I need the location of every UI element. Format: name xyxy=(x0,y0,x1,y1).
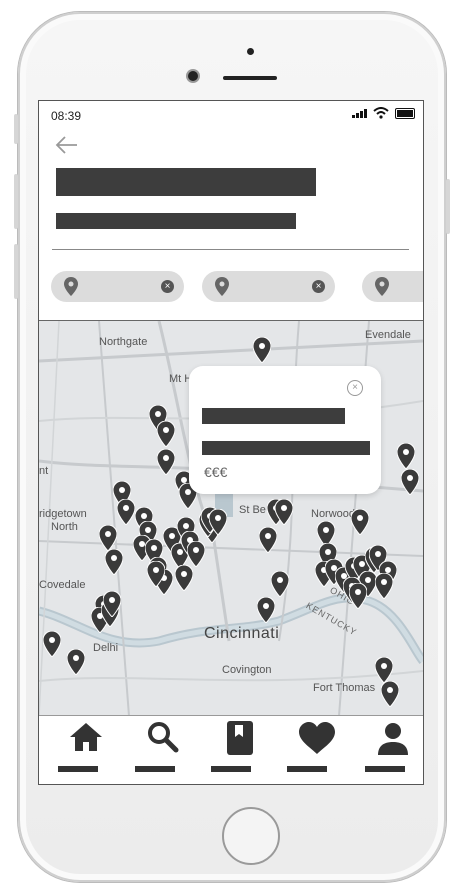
close-circle-icon[interactable]: × xyxy=(347,380,363,396)
proximity-sensor xyxy=(247,48,254,55)
map-pin-marker-icon[interactable] xyxy=(375,657,393,683)
map-label-covedale: Covedale xyxy=(39,579,86,591)
status-time: 08:39 xyxy=(51,109,82,123)
map-pin-marker-icon[interactable] xyxy=(349,583,367,609)
map-label-bridgetown: ridgetown xyxy=(39,508,87,520)
tab-bookmarks-indicator xyxy=(211,766,251,772)
user-icon xyxy=(378,723,408,755)
tab-home[interactable] xyxy=(58,716,118,784)
location-pin-icon xyxy=(64,277,78,296)
tab-home-indicator xyxy=(58,766,98,772)
map-pin-marker-icon[interactable] xyxy=(253,337,271,363)
status-bar: 08:39 xyxy=(39,101,423,127)
earpiece-speaker xyxy=(223,76,277,80)
app-screen: 08:39 × × Northgate Evendale Mt H nt rid… xyxy=(38,100,424,785)
map-label-st-be: St Be xyxy=(239,504,266,516)
map-pin-marker-icon[interactable] xyxy=(67,649,85,675)
map-label-northgate: Northgate xyxy=(99,336,148,348)
map-pin-marker-icon[interactable] xyxy=(351,509,369,535)
map-label-fort-thomas: Fort Thomas xyxy=(313,682,376,694)
power-button xyxy=(446,179,450,234)
bookmark-icon xyxy=(227,721,253,755)
map-label-delhi: Delhi xyxy=(93,642,119,654)
popup-subtitle-placeholder xyxy=(202,441,370,455)
map-pin-marker-icon[interactable] xyxy=(187,541,205,567)
close-icon[interactable]: × xyxy=(161,280,174,293)
map-pin-marker-icon[interactable] xyxy=(147,561,165,587)
map-pin-marker-icon[interactable] xyxy=(275,499,293,525)
popup-title-placeholder xyxy=(202,408,345,424)
map-pin-marker-icon[interactable] xyxy=(397,443,415,469)
map-label-nt: nt xyxy=(39,465,49,477)
tab-search-indicator xyxy=(135,766,175,772)
map-pin-marker-icon[interactable] xyxy=(271,571,289,597)
map-view[interactable]: Northgate Evendale Mt H nt ridgetown Nor… xyxy=(39,320,423,716)
cellular-signal-icon xyxy=(352,108,367,118)
map-pin-marker-icon[interactable] xyxy=(43,631,61,657)
volume-down-button xyxy=(14,244,18,299)
place-popup[interactable]: × €€€ xyxy=(189,366,381,494)
heart-icon xyxy=(299,722,335,754)
arrow-left-icon[interactable] xyxy=(55,135,79,155)
map-label-norwood: Norwood xyxy=(311,508,356,520)
tab-profile-indicator xyxy=(365,766,405,772)
tab-profile[interactable] xyxy=(365,716,423,784)
location-pin-icon xyxy=(215,277,229,296)
page-subtitle-placeholder xyxy=(56,213,296,229)
map-pin-marker-icon[interactable] xyxy=(175,565,193,591)
filter-chip-1[interactable]: × xyxy=(51,271,184,302)
popup-price: €€€ xyxy=(204,464,228,480)
tab-favorites-indicator xyxy=(287,766,327,772)
header-divider xyxy=(52,249,409,250)
map-pin-marker-icon[interactable] xyxy=(157,421,175,447)
mute-switch xyxy=(14,114,18,144)
map-pin-marker-icon[interactable] xyxy=(259,527,277,553)
map-pin-marker-icon[interactable] xyxy=(117,499,135,525)
bottom-tab-bar xyxy=(39,715,423,784)
volume-up-button xyxy=(14,174,18,229)
wifi-icon xyxy=(373,107,389,119)
map-pin-marker-icon[interactable] xyxy=(105,549,123,575)
map-pin-marker-icon[interactable] xyxy=(381,681,399,707)
close-icon[interactable]: × xyxy=(312,280,325,293)
search-icon xyxy=(148,722,179,753)
battery-icon xyxy=(395,107,415,119)
map-pin-marker-icon[interactable] xyxy=(103,591,121,617)
tab-favorites[interactable] xyxy=(287,716,347,784)
map-label-north: North xyxy=(51,521,78,533)
map-pin-marker-icon[interactable] xyxy=(257,597,275,623)
map-pin-marker-icon[interactable] xyxy=(209,509,227,535)
status-icons xyxy=(352,107,415,119)
map-label-cincinnati: Cincinnati xyxy=(204,625,280,642)
page-title-placeholder xyxy=(56,168,316,196)
map-label-covington: Covington xyxy=(222,664,272,676)
map-pin-marker-icon[interactable] xyxy=(157,449,175,475)
home-hardware-button[interactable] xyxy=(222,807,280,865)
map-pin-marker-icon[interactable] xyxy=(375,573,393,599)
location-pin-icon xyxy=(375,277,389,296)
home-icon xyxy=(70,723,102,751)
tab-bookmarks[interactable] xyxy=(211,716,271,784)
tab-search[interactable] xyxy=(135,716,195,784)
filter-chip-3[interactable] xyxy=(362,271,423,302)
filter-chip-2[interactable]: × xyxy=(202,271,335,302)
map-pin-marker-icon[interactable] xyxy=(99,525,117,551)
front-camera xyxy=(188,71,198,81)
map-label-evendale: Evendale xyxy=(365,329,411,341)
map-pin-marker-icon[interactable] xyxy=(401,469,419,495)
